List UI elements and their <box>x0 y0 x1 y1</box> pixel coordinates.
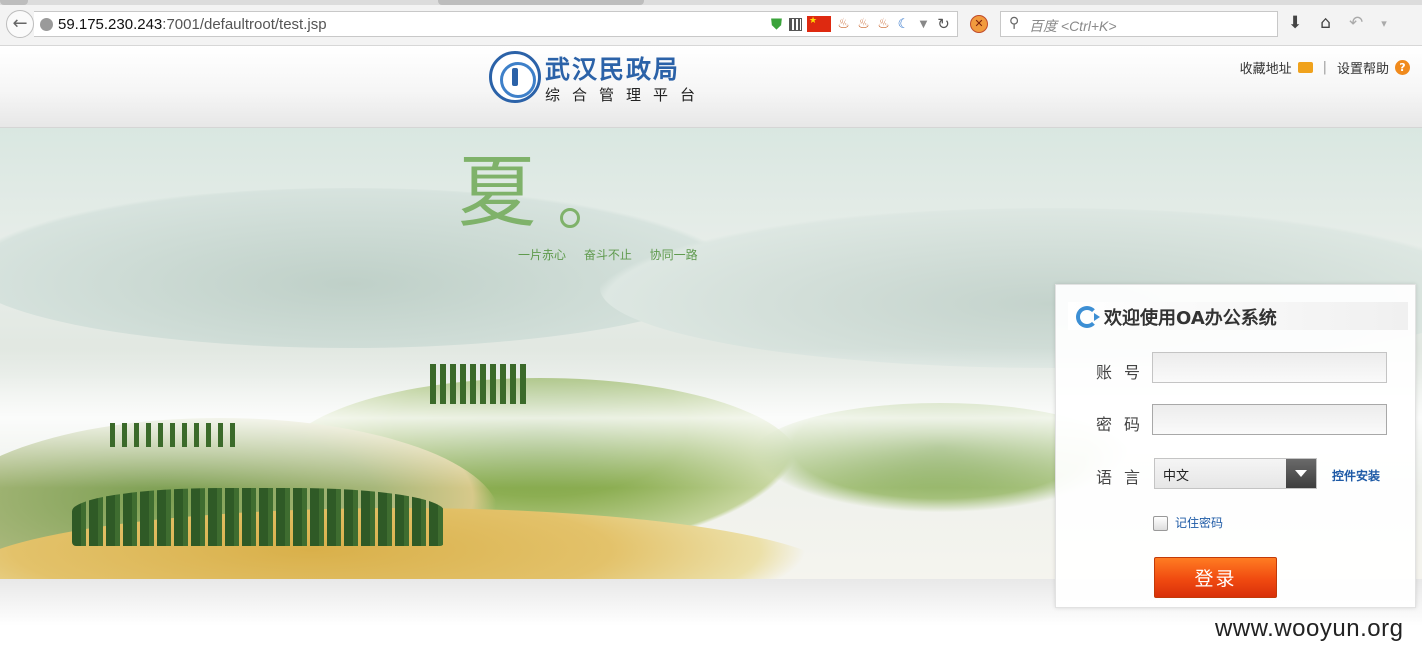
address-url[interactable]: 59.175.230.243:7001/defaultroot/test.jsp <box>58 16 327 33</box>
search-box[interactable]: ⚲ 百度 <Ctrl+K> <box>1000 11 1278 37</box>
tab[interactable] <box>438 0 644 5</box>
login-button[interactable]: 登录 <box>1154 557 1277 598</box>
addon-icon[interactable]: ✕ <box>970 15 988 33</box>
java-icon[interactable]: ♨ <box>856 16 871 32</box>
reload-icon[interactable]: ↻ <box>936 16 951 32</box>
cypress-trees <box>110 423 240 447</box>
download-icon[interactable]: ⬇ <box>1288 13 1302 33</box>
globe-icon <box>40 18 53 31</box>
watermark: www.wooyun.org <box>1215 615 1404 642</box>
season-dot <box>560 208 580 228</box>
cypress-trees <box>430 364 530 404</box>
language-label: 语言 <box>1096 468 1153 487</box>
search-placeholder: 百度 <Ctrl+K> <box>1029 18 1117 34</box>
season-character: 夏 <box>458 148 537 238</box>
chevron-down-icon[interactable]: ▼ <box>916 17 931 32</box>
login-title: 欢迎使用OA办公系统 <box>1104 308 1277 329</box>
search-icon: ⚲ <box>1009 15 1020 31</box>
header-links: 收藏地址 | 设置帮助 ? <box>1240 58 1410 77</box>
qr-code-icon[interactable] <box>789 17 802 31</box>
help-link[interactable]: 设置帮助 <box>1337 58 1389 77</box>
chevron-down-icon[interactable] <box>1286 459 1316 488</box>
browser-toolbar: ← 59.175.230.243:7001/defaultroot/test.j… <box>0 0 1422 46</box>
menu-chevron-icon[interactable]: ▾ <box>1381 17 1387 30</box>
java-icon[interactable]: ♨ <box>876 16 891 32</box>
login-header: 欢迎使用OA办公系统 <box>1068 302 1408 330</box>
tab[interactable] <box>0 0 28 5</box>
url-host: 59.175.230.243 <box>58 16 163 33</box>
install-control-link[interactable]: 控件安装 <box>1332 467 1380 484</box>
home-icon[interactable]: ⌂ <box>1320 13 1331 33</box>
civil-affairs-logo <box>489 51 541 103</box>
account-label: 账号 <box>1096 363 1153 382</box>
shield-icon[interactable]: ⛊ <box>769 16 784 32</box>
org-subtitle: 综合管理平台 <box>545 86 708 104</box>
undo-icon[interactable]: ↶ <box>1349 13 1363 33</box>
folder-icon[interactable] <box>1297 62 1313 73</box>
bookmark-link[interactable]: 收藏地址 <box>1240 58 1292 77</box>
toolbar-right: ⬇ ⌂ ↶ ▾ <box>1288 13 1387 33</box>
java-icon[interactable]: ♨ <box>836 16 851 32</box>
password-field[interactable] <box>1152 404 1387 435</box>
help-icon[interactable]: ? <box>1395 60 1410 75</box>
remember-checkbox[interactable] <box>1153 516 1168 531</box>
crescent-icon[interactable]: ☾ <box>896 17 911 32</box>
login-panel: 欢迎使用OA办公系统 账号 密码 语言 中文 控件安装 记住密码 登录 <box>1055 284 1416 608</box>
back-button[interactable]: ← <box>6 10 34 38</box>
cypress-trees <box>72 488 444 546</box>
language-select[interactable]: 中文 <box>1154 458 1317 489</box>
org-title: 武汉民政局 <box>545 55 681 84</box>
url-path: :7001/defaultroot/test.jsp <box>162 16 327 33</box>
language-selected: 中文 <box>1163 469 1190 484</box>
link-separator: | <box>1322 60 1327 75</box>
site-header: 武汉民政局 综合管理平台 收藏地址 | 设置帮助 ? <box>0 46 1422 128</box>
address-bar-icons: ⛊ ♨ ♨ ♨ ☾ ▼ ↻ <box>769 16 951 32</box>
account-field[interactable] <box>1152 352 1387 383</box>
slogan: 一片赤心 奋斗不止 协同一路 <box>518 248 698 262</box>
password-label: 密码 <box>1096 415 1153 434</box>
tab-strip <box>0 0 1422 5</box>
remember-label[interactable]: 记住密码 <box>1175 514 1223 531</box>
refresh-arrow-icon <box>1076 306 1100 328</box>
china-flag-icon[interactable] <box>807 16 831 32</box>
address-bar[interactable]: 59.175.230.243:7001/defaultroot/test.jsp… <box>34 11 958 37</box>
